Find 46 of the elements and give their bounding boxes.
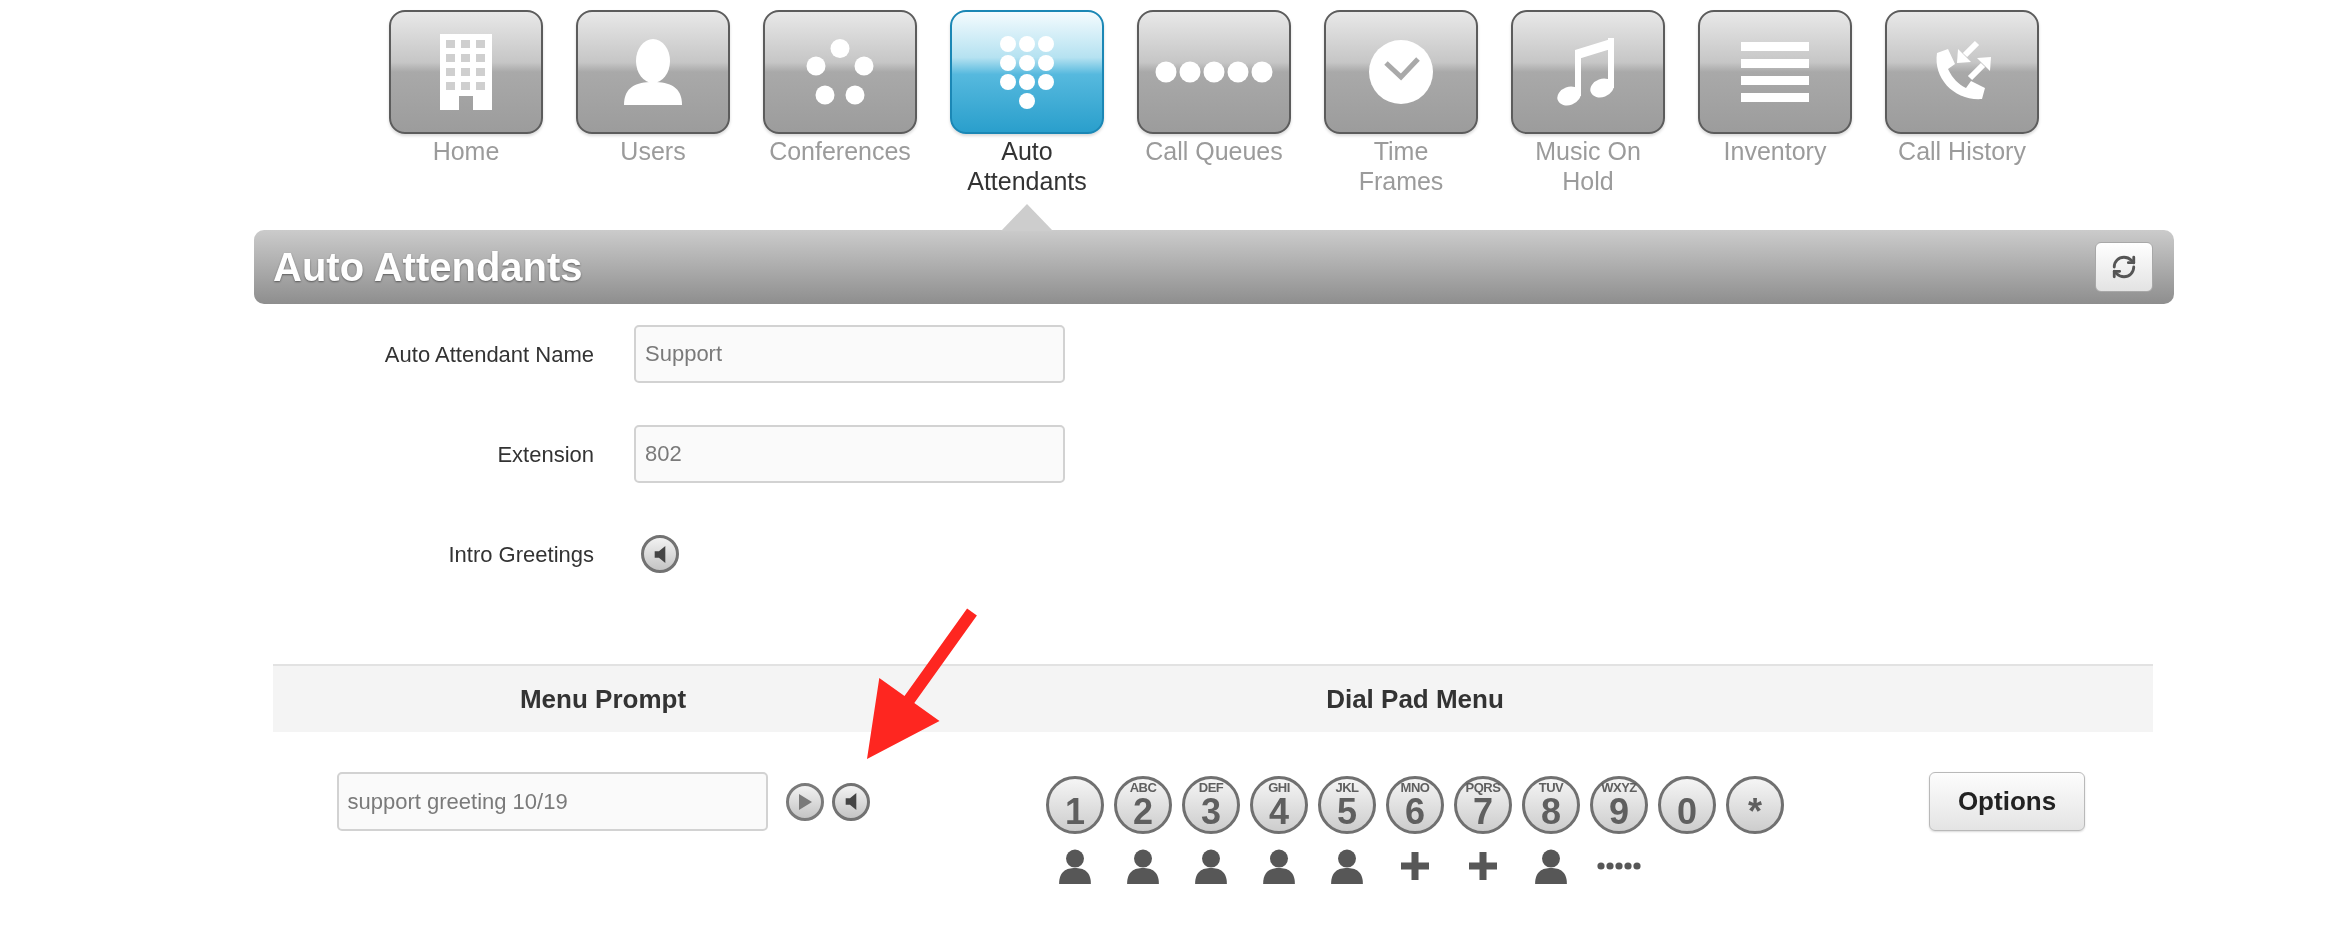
dial-key[interactable]: JKL 5 — [1318, 776, 1376, 834]
dial-key[interactable]: PQRS 7 — [1454, 776, 1512, 834]
column-header: Menu Prompt — [519, 682, 687, 716]
person-icon[interactable] — [1533, 848, 1569, 884]
person-icon[interactable] — [1329, 848, 1365, 884]
selection-pointer-icon — [1001, 204, 1053, 231]
column-header: Dial Pad Menu — [1326, 682, 1504, 716]
dial-key[interactable]: DEF 3 — [1182, 776, 1240, 834]
keypad-icon — [999, 34, 1055, 110]
page-title: Auto Attendants — [273, 244, 583, 290]
person-icon[interactable] — [1125, 848, 1161, 884]
building-icon — [440, 34, 492, 110]
play-button[interactable] — [785, 782, 824, 821]
options-button[interactable]: Options — [1929, 772, 2085, 831]
plus-icon[interactable] — [1401, 852, 1429, 880]
field-label: Auto Attendant Name — [384, 340, 594, 369]
speaker-button[interactable] — [641, 535, 679, 573]
plus-icon[interactable] — [1469, 852, 1497, 880]
play-icon — [797, 793, 812, 810]
refresh-button[interactable] — [2095, 242, 2153, 292]
dial-key[interactable]: WXYZ 9 — [1590, 776, 1648, 834]
dots-row-icon — [1155, 61, 1273, 83]
menu-prompt-field[interactable]: support greeting 10/19 — [336, 772, 768, 831]
field-label: Intro Greetings — [448, 540, 594, 569]
text-field[interactable]: 802 — [634, 425, 1065, 483]
text-field[interactable]: Support — [634, 325, 1065, 383]
speaker-icon — [844, 793, 857, 810]
dial-key[interactable]: 0 — [1658, 776, 1716, 834]
dots-circle-icon — [806, 39, 874, 105]
dial-key[interactable]: ABC 2 — [1114, 776, 1172, 834]
speaker-button[interactable] — [831, 782, 870, 821]
dial-key[interactable]: 1 — [1046, 776, 1104, 834]
person-icon[interactable] — [1193, 848, 1229, 884]
person-icon[interactable] — [1261, 848, 1297, 884]
refresh-icon — [2111, 254, 2137, 280]
dial-key[interactable]: GHI 4 — [1250, 776, 1308, 834]
dial-key[interactable]: MNO 6 — [1386, 776, 1444, 834]
user-icon — [622, 39, 684, 105]
ellipsis-icon[interactable] — [1597, 862, 1641, 870]
clock-icon — [1368, 39, 1434, 105]
speaker-icon — [654, 545, 666, 563]
list-icon — [1741, 42, 1809, 102]
dial-key[interactable]: TUV 8 — [1522, 776, 1580, 834]
field-label: Extension — [497, 440, 594, 469]
person-icon[interactable] — [1057, 848, 1093, 884]
dial-key[interactable]: * — [1726, 776, 1784, 834]
